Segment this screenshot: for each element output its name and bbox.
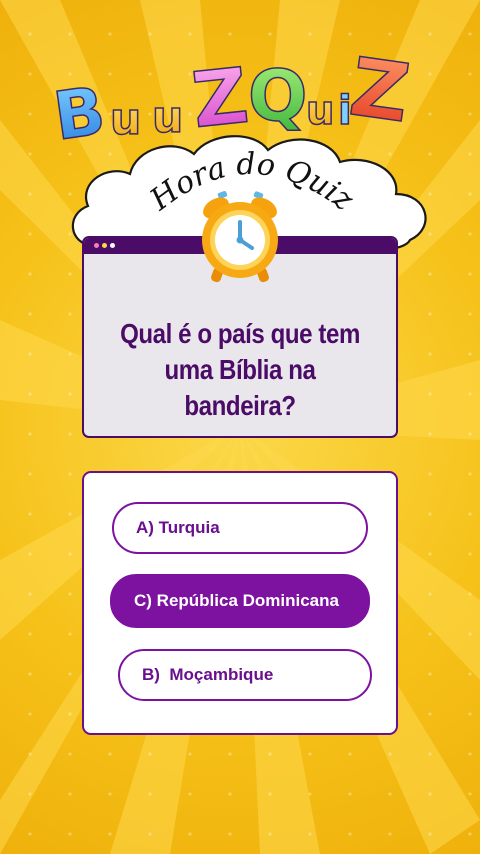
window-dot-pink bbox=[94, 243, 99, 248]
option-a-label: A) Turquia bbox=[136, 518, 220, 537]
answers-card: A) Turquia C) República Dominicana B) Mo… bbox=[82, 471, 398, 735]
question-line-2: uma Bíblia na bandeira? bbox=[164, 354, 316, 421]
option-b-label: B) Moçambique bbox=[142, 665, 274, 684]
svg-text:Q: Q bbox=[248, 55, 308, 137]
question-line-1: Qual é o país que tem bbox=[120, 318, 360, 349]
option-c-republica-dominicana-button[interactable]: C) República Dominicana bbox=[110, 574, 370, 628]
option-c-label: C) República Dominicana bbox=[134, 591, 339, 610]
svg-text:Z: Z bbox=[345, 40, 415, 140]
window-dot-yellow bbox=[102, 243, 107, 248]
window-dot-white bbox=[110, 243, 115, 248]
option-b-mocambique-button[interactable]: B) Moçambique bbox=[118, 649, 372, 701]
question-text: Qual é o país que tem uma Bíblia na band… bbox=[106, 316, 374, 424]
option-a-turquia-button[interactable]: A) Turquia bbox=[112, 502, 368, 554]
alarm-clock-icon bbox=[202, 191, 278, 283]
